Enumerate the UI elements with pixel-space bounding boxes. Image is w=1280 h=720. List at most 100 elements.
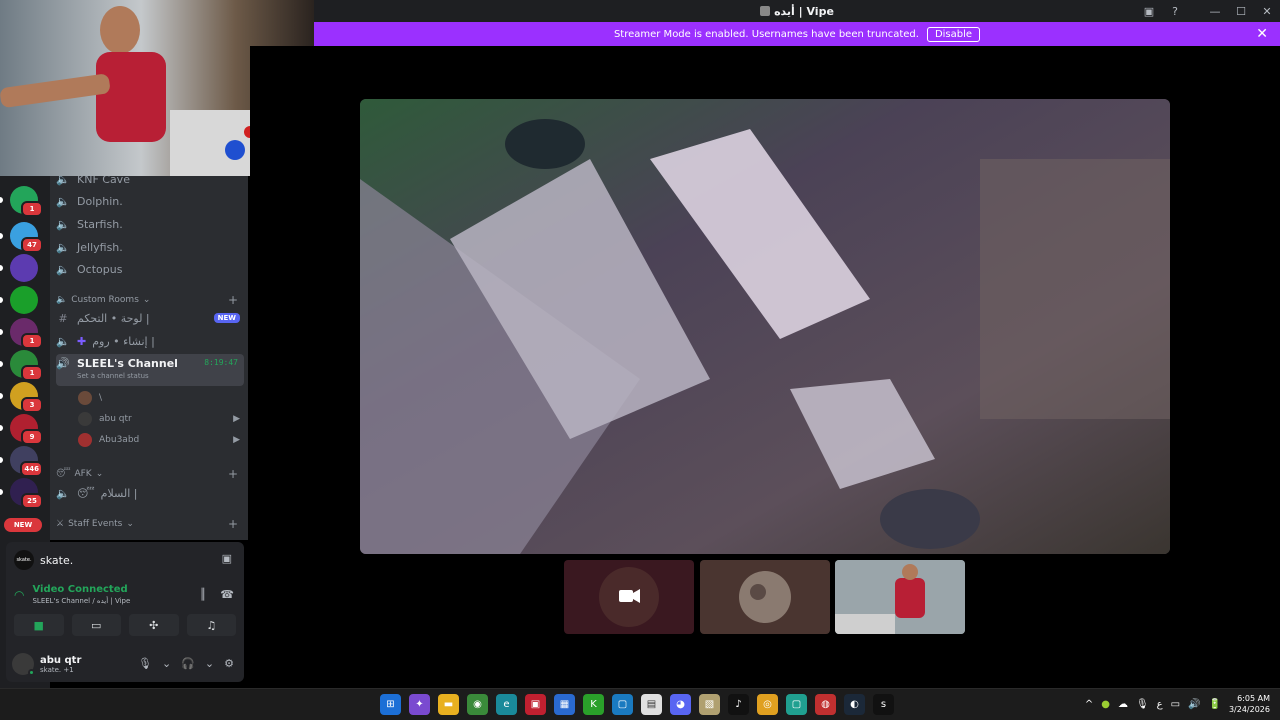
clock-date: 3/24/2026 xyxy=(1228,705,1270,714)
noise-suppression-icon[interactable]: ║ xyxy=(200,588,207,601)
server-icon[interactable]: 1 xyxy=(0,318,43,349)
swords-icon: ⚔ xyxy=(56,519,65,529)
app-icon[interactable]: ▧ xyxy=(699,694,720,715)
microphone-icon[interactable]: 🎙 xyxy=(138,657,152,670)
camera-button[interactable]: ■ xyxy=(14,614,64,636)
tile-camera-off[interactable] xyxy=(564,560,694,634)
app-icon[interactable]: ▣ xyxy=(525,694,546,715)
voice-status: ◠ Video Connected SLEEL's Channel / أيده… xyxy=(14,584,130,605)
voice-member[interactable]: Abu3abd ▶ xyxy=(78,430,244,450)
chevron-down-icon[interactable]: ⌄ xyxy=(205,657,214,670)
category-staff-events[interactable]: ⚔ Staff Events ⌄ + xyxy=(56,516,244,532)
store-icon[interactable]: ▦ xyxy=(554,694,575,715)
new-tag: NEW xyxy=(213,313,240,323)
server-icon[interactable]: 446 xyxy=(0,446,43,477)
close-banner-icon[interactable]: ✕ xyxy=(1256,26,1268,42)
inbox-icon[interactable]: ▣ xyxy=(1136,0,1162,22)
voice-channel[interactable]: 🔈 Jellyfish. xyxy=(56,236,244,258)
start-icon[interactable]: ⊞ xyxy=(380,694,401,715)
chevron-down-icon: ⌄ xyxy=(95,469,104,479)
volume-icon[interactable]: 🔊 xyxy=(1188,699,1200,710)
tiktok-icon[interactable]: ♪ xyxy=(728,694,749,715)
server-icon[interactable]: 25 xyxy=(0,478,43,509)
clock[interactable]: 6:05 AM 3/24/2026 xyxy=(1229,693,1270,715)
category-afk[interactable]: 😴 AFK ⌄ + xyxy=(56,466,244,482)
home-server-icon[interactable]: 1 xyxy=(0,186,43,217)
create-channel-icon[interactable]: + xyxy=(228,467,238,481)
chrome-icon[interactable]: ◉ xyxy=(467,694,488,715)
voice-channel[interactable]: 🔈 KNF Cave xyxy=(56,176,244,190)
app-icon[interactable]: ◍ xyxy=(815,694,836,715)
network-icon[interactable]: ▭ xyxy=(1171,699,1180,710)
new-unreads-pill[interactable]: NEW xyxy=(4,518,42,532)
voice-channel[interactable]: 🔈 Starfish. xyxy=(56,213,244,235)
headphones-icon[interactable]: 🎧 xyxy=(181,657,195,670)
battery-icon[interactable]: 🔋 xyxy=(1209,699,1221,710)
language-icon[interactable]: ع xyxy=(1157,699,1163,710)
streamer-mode-banner: Streamer Mode is enabled. Usernames have… xyxy=(314,22,1280,46)
username[interactable]: abu qtr xyxy=(40,655,81,666)
server-icon[interactable]: 1 xyxy=(0,350,43,381)
unread-badge: 446 xyxy=(20,461,43,477)
camera-icon: ▶ xyxy=(233,414,240,424)
channel-name: Octopus xyxy=(77,262,123,276)
chevron-up-icon[interactable]: ^ xyxy=(1085,699,1093,710)
title-bar: أيده | Vipe ▣ ? — ☐ ✕ xyxy=(314,0,1280,22)
stream-icon[interactable]: ▣ xyxy=(222,552,232,565)
unread-badge: 1 xyxy=(21,365,43,381)
tile-avatar[interactable] xyxy=(700,560,830,634)
disable-streamer-mode-button[interactable]: Disable xyxy=(926,26,981,42)
microphone-icon[interactable]: 🎙 xyxy=(1136,699,1149,710)
text-channel[interactable]: # لوحة • التحكم | NEW xyxy=(56,307,244,329)
voice-channel[interactable]: 🔈 ✚ إنشاء • روم | xyxy=(56,330,244,352)
server-icon[interactable]: 9 xyxy=(0,414,43,445)
notepad-icon[interactable]: ▤ xyxy=(641,694,662,715)
voice-location[interactable]: SLEEL's Channel / أيده | Vipe xyxy=(32,597,130,605)
kick-icon[interactable]: K xyxy=(583,694,604,715)
server-icon[interactable]: 3 xyxy=(0,382,43,413)
create-channel-icon[interactable]: + xyxy=(228,293,238,307)
discord-icon[interactable]: ◕ xyxy=(670,694,691,715)
main-video-stream[interactable] xyxy=(360,99,1170,554)
steam-icon[interactable]: ◐ xyxy=(844,694,865,715)
active-voice-channel[interactable]: 🔊 SLEEL's Channel 8:19:47 Set a channel … xyxy=(56,354,244,386)
member-name: Abu3abd xyxy=(99,435,140,445)
app-icon[interactable]: ▢ xyxy=(612,694,633,715)
app-icon[interactable]: ◎ xyxy=(757,694,778,715)
channel-status[interactable]: Set a channel status xyxy=(77,372,149,380)
file-explorer-icon[interactable]: ▬ xyxy=(438,694,459,715)
soundboard-button[interactable]: ♫ xyxy=(186,614,236,636)
copilot-icon[interactable]: ✦ xyxy=(409,694,430,715)
voice-channel[interactable]: 🔈 Dolphin. xyxy=(56,190,244,212)
edge-icon[interactable]: e xyxy=(496,694,517,715)
voice-channel[interactable]: 🔈 😴 السلام | xyxy=(56,482,244,504)
share-screen-button[interactable]: ▭ xyxy=(71,614,121,636)
skate-icon[interactable]: s xyxy=(873,694,894,715)
tile-webcam[interactable] xyxy=(835,560,965,634)
voice-channel[interactable]: 🔈 Octopus xyxy=(56,258,244,280)
maximize-button[interactable]: ☐ xyxy=(1228,0,1254,22)
server-icon[interactable] xyxy=(0,286,38,314)
close-window-button[interactable]: ✕ xyxy=(1254,0,1280,22)
tray-app-icon[interactable]: ● xyxy=(1101,699,1110,710)
signal-icon[interactable]: ◠ xyxy=(14,588,24,602)
activities-button[interactable]: ✣ xyxy=(129,614,179,636)
gear-icon[interactable]: ⚙ xyxy=(224,657,234,670)
disconnect-icon[interactable]: ☎ xyxy=(220,588,234,601)
server-icon[interactable]: 47 xyxy=(0,222,43,253)
chevron-down-icon[interactable]: ⌄ xyxy=(162,657,171,670)
minimize-button[interactable]: — xyxy=(1202,0,1228,22)
category-custom-rooms[interactable]: 🔈 Custom Rooms ⌄ + xyxy=(56,292,244,308)
server-icon[interactable] xyxy=(0,254,38,282)
help-icon[interactable]: ? xyxy=(1162,0,1188,22)
voice-member[interactable]: \ xyxy=(78,388,244,408)
app-icon[interactable]: ▢ xyxy=(786,694,807,715)
cloud-icon[interactable]: ☁ xyxy=(1118,699,1128,710)
voice-member[interactable]: abu qtr ▶ xyxy=(78,409,244,429)
avatar[interactable] xyxy=(12,653,35,676)
video-tile-image xyxy=(599,567,659,627)
voice-connected-label[interactable]: Video Connected xyxy=(32,584,130,595)
category-label: Staff Events xyxy=(68,519,123,529)
speaker-icon: 🔈 xyxy=(56,295,68,305)
create-channel-icon[interactable]: + xyxy=(228,517,238,531)
